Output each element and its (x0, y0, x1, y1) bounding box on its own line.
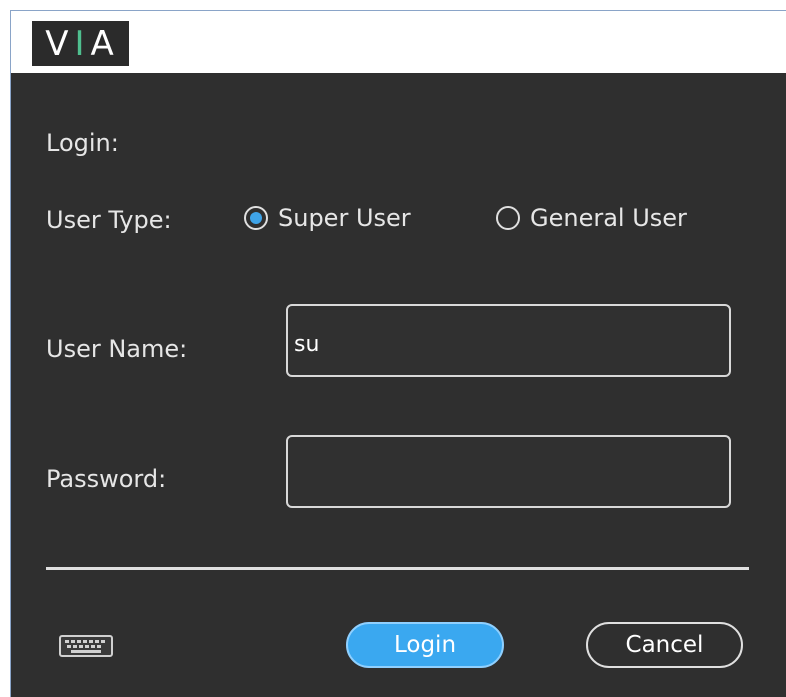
logo-letter-v: V (45, 23, 71, 64)
divider (46, 567, 749, 570)
password-input[interactable] (286, 435, 731, 508)
cancel-button[interactable]: Cancel (586, 622, 743, 668)
login-window: VIA Login: User Type: Super User General… (10, 10, 786, 697)
logo-letter-a: A (90, 23, 116, 64)
username-input[interactable] (286, 304, 731, 377)
logo-letter-i: I (74, 23, 87, 64)
radio-general-user-label: General User (530, 204, 687, 232)
login-heading: Login: (46, 129, 119, 157)
radio-super-user[interactable]: Super User (244, 204, 411, 232)
login-panel: Login: User Type: Super User General Use… (11, 73, 786, 697)
username-label: User Name: (46, 335, 188, 363)
radio-dot (250, 212, 262, 224)
user-type-label: User Type: (46, 206, 172, 234)
radio-general-user[interactable]: General User (496, 204, 687, 232)
title-bar: VIA (11, 11, 786, 73)
radio-selected-icon[interactable] (244, 206, 268, 230)
login-button[interactable]: Login (346, 622, 504, 668)
password-label: Password: (46, 465, 167, 493)
via-logo: VIA (32, 21, 129, 66)
radio-unselected-icon[interactable] (496, 206, 520, 230)
radio-super-user-label: Super User (278, 204, 411, 232)
keyboard-icon[interactable] (59, 635, 113, 657)
